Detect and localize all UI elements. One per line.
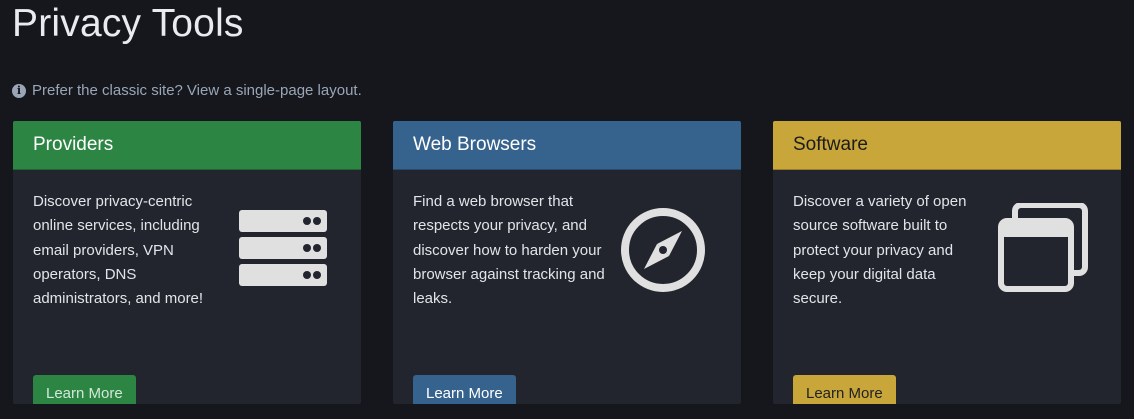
card-header-web-browsers: Web Browsers (393, 121, 741, 170)
page: Privacy Tools i Prefer the classic site?… (0, 0, 1134, 419)
card-providers: Providers Discover privacy-centric onlin… (13, 121, 361, 404)
notice-text: Prefer the classic site? (32, 82, 183, 99)
windows-icon (998, 203, 1088, 292)
card-software: Software Discover a variety of open sour… (773, 121, 1121, 404)
page-title: Privacy Tools (12, 2, 244, 45)
card-text-providers: Discover privacy-centric online services… (33, 193, 204, 308)
classic-site-notice: i Prefer the classic site? View a single… (12, 81, 362, 101)
compass-icon (621, 208, 705, 292)
card-web-browsers: Web Browsers Find a web browser that res… (393, 121, 741, 404)
learn-more-providers-button[interactable]: Learn More (33, 375, 136, 404)
card-body-providers: Discover privacy-centric online services… (13, 170, 361, 404)
single-page-layout-link[interactable]: View a single-page layout. (187, 81, 362, 101)
card-header-software: Software (773, 121, 1121, 170)
server-icon (239, 210, 327, 286)
learn-more-software-button[interactable]: Learn More (793, 375, 896, 404)
card-body-software: Discover a variety of open source softwa… (773, 170, 1121, 404)
learn-more-web-browsers-button[interactable]: Learn More (413, 375, 516, 404)
card-body-web-browsers: Find a web browser that respects your pr… (393, 170, 741, 404)
card-grid: Providers Discover privacy-centric onlin… (13, 121, 1121, 404)
card-text-web-browsers: Find a web browser that respects your pr… (413, 193, 605, 308)
info-icon: i (12, 84, 26, 98)
card-text-software: Discover a variety of open source softwa… (793, 193, 967, 308)
card-header-providers: Providers (13, 121, 361, 170)
